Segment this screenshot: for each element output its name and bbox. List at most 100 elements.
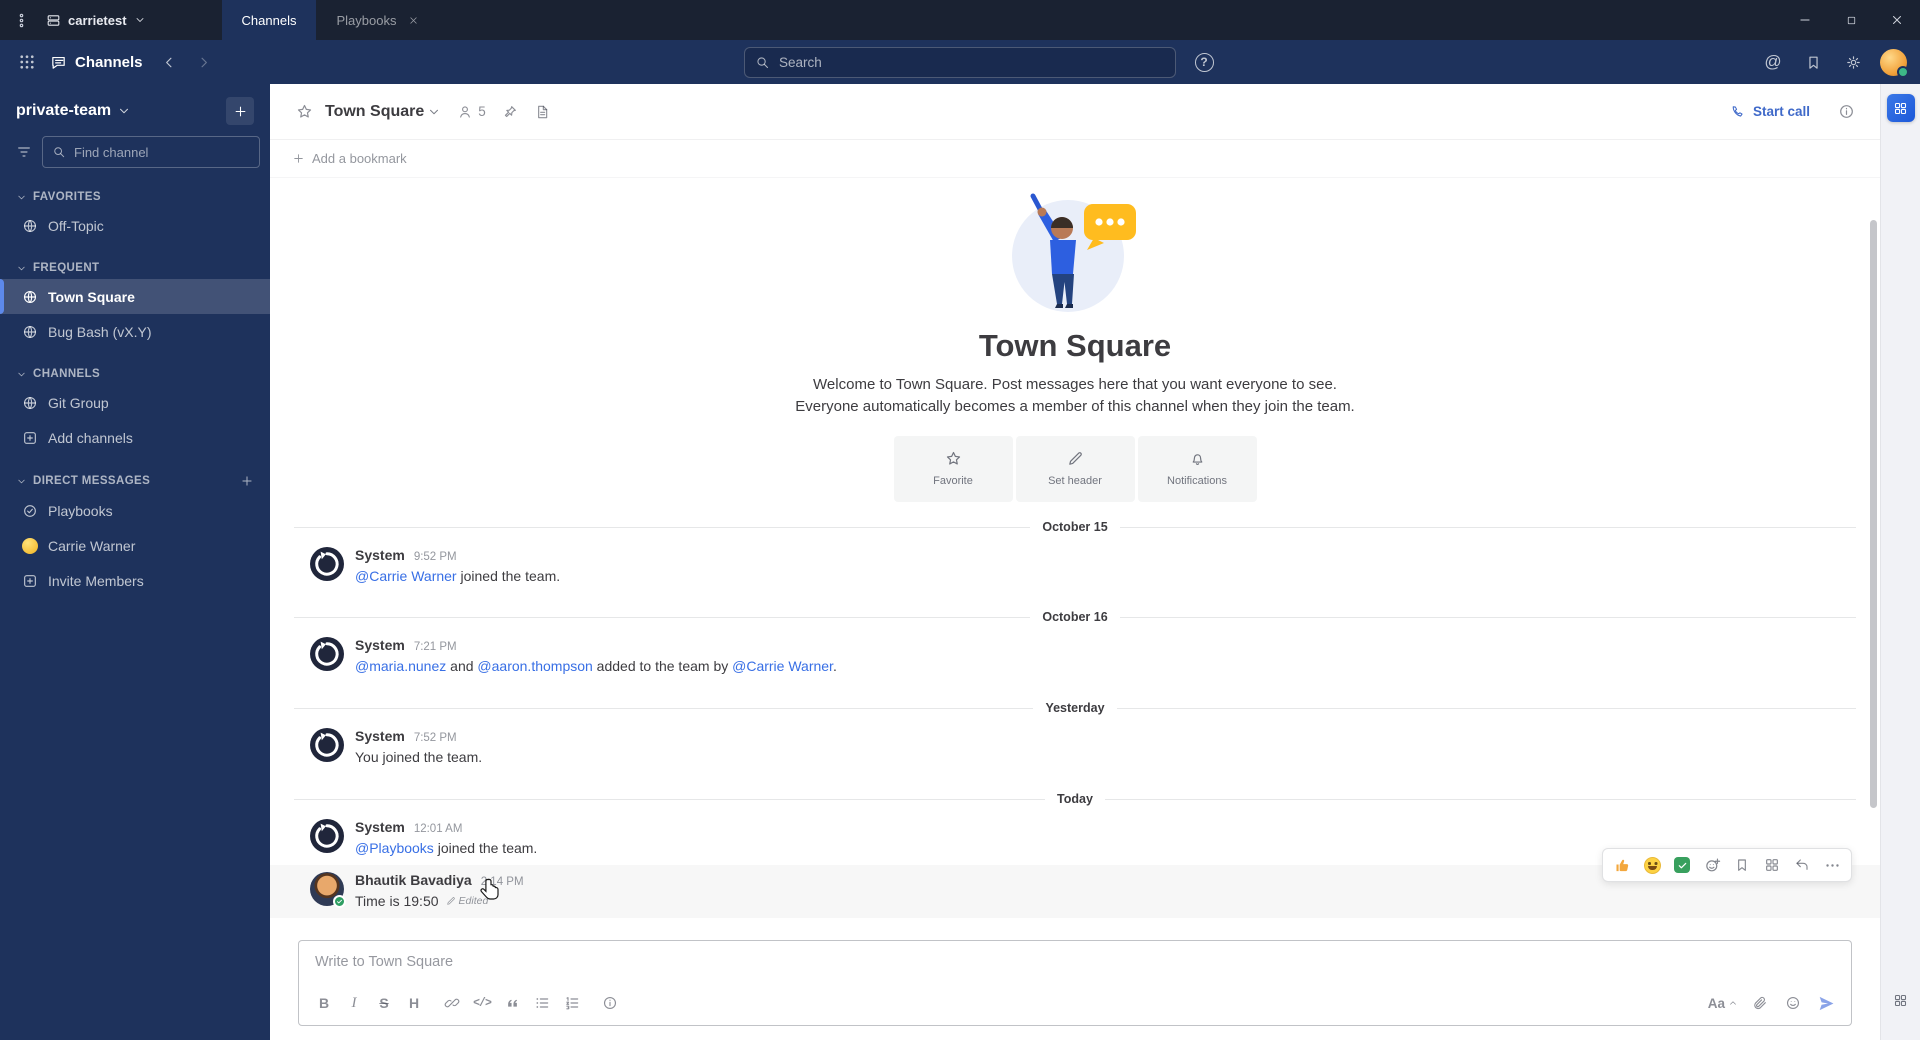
more-actions-button[interactable] [1818,852,1846,878]
online-status-badge [333,895,346,909]
channel-label: Invite Members [48,572,144,589]
settings-button[interactable] [1836,45,1870,79]
insert-link-button[interactable] [437,989,467,1017]
category-channels[interactable]: CHANNELS [0,364,270,385]
add-bookmark-button[interactable]: Add a bookmark [312,151,407,166]
quick-reaction-smile-button[interactable] [1638,852,1666,878]
add-channel-button[interactable] [226,97,254,125]
sidebar-item-add-channels[interactable]: Add channels [0,420,270,455]
save-message-button[interactable] [1728,852,1756,878]
mention-link[interactable]: @Carrie Warner [732,658,833,674]
recent-mentions-button[interactable]: @ [1756,45,1790,79]
new-direct-message-button[interactable] [240,474,254,488]
system-avatar[interactable] [310,819,344,854]
saved-messages-button[interactable] [1796,45,1830,79]
minimize-button[interactable] [1782,0,1828,40]
intro-notifications-button[interactable]: Notifications [1137,435,1257,502]
quick-reaction-check-button[interactable] [1668,852,1696,878]
channel-menu-chevron-icon[interactable] [427,105,441,119]
code-button[interactable]: </> [467,989,497,1017]
find-channel-input[interactable] [74,144,250,160]
italic-button[interactable]: I [339,989,369,1017]
sidebar-item-bug-bash[interactable]: Bug Bash (vX.Y) [0,314,270,349]
favorite-channel-button[interactable] [288,96,320,128]
search-input[interactable] [779,54,1165,70]
quote-button[interactable] [497,989,527,1017]
category-direct-messages[interactable]: DIRECT MESSAGES [0,470,270,493]
channel-files-button[interactable] [526,96,558,128]
add-reaction-button[interactable] [1698,852,1726,878]
scrollbar-thumb[interactable] [1870,220,1877,808]
bold-button[interactable]: B [309,989,339,1017]
date-label[interactable]: October 16 [1030,610,1120,625]
sidebar-item-invite-members[interactable]: Invite Members [0,563,270,598]
category-frequent[interactable]: FREQUENT [0,258,270,279]
system-avatar[interactable] [310,546,344,581]
mention-link[interactable]: @maria.nunez [355,658,446,674]
attach-file-button[interactable] [1745,989,1775,1017]
channel-title[interactable]: Town Square [325,103,424,121]
sidebar-item-playbooks-dm[interactable]: Playbooks [0,493,270,528]
emoji-picker-button[interactable] [1778,989,1808,1017]
toggle-formatting-button[interactable]: Aa [1704,989,1742,1017]
message-help-button[interactable] [595,989,625,1017]
date-label[interactable]: Yesterday [1033,701,1117,716]
start-call-button[interactable]: Start call [1720,98,1820,125]
close-tab-icon[interactable] [408,15,419,26]
numbered-list-button[interactable] [557,989,587,1017]
message-apps-button[interactable] [1758,852,1786,878]
bottom-apps-button[interactable] [1893,993,1908,1008]
date-label[interactable]: Today [1045,792,1105,807]
history-forward-button[interactable] [187,45,221,79]
user-avatar [1879,48,1909,78]
mention-link[interactable]: @Carrie Warner [355,568,457,584]
team-name[interactable]: private-team [16,102,111,120]
message-author[interactable]: System [355,819,405,835]
sidebar-item-town-square[interactable]: Town Square [0,279,270,314]
send-message-button[interactable] [1811,989,1841,1017]
message-composer[interactable]: B I S H </> Aa [298,940,1852,1026]
help-button[interactable]: ? [1188,46,1220,78]
channel-info-button[interactable] [1830,96,1862,128]
bulleted-list-button[interactable] [527,989,557,1017]
message-author[interactable]: Bhautik Bavadiya [355,872,472,888]
sidebar-item-git-group[interactable]: Git Group [0,385,270,420]
channel-members-button[interactable]: 5 [457,104,486,120]
message-author[interactable]: System [355,728,405,744]
find-channel-box[interactable] [42,136,260,168]
tab-playbooks[interactable]: Playbooks [316,0,439,40]
sidebar-item-off-topic[interactable]: Off-Topic [0,208,270,243]
pinned-posts-button[interactable] [494,96,526,128]
message-author[interactable]: System [355,547,405,563]
profile-menu-button[interactable] [1876,45,1910,79]
strikethrough-button[interactable]: S [369,989,399,1017]
app-menu-button[interactable] [0,0,42,40]
sidebar-item-carrie-warner-dm[interactable]: Carrie Warner [0,528,270,563]
intro-favorite-button[interactable]: Favorite [893,435,1013,502]
channel-filter-button[interactable] [16,144,32,160]
app-bar-plugin-button[interactable] [1886,94,1915,122]
message-input[interactable] [299,941,1851,985]
channel-sidebar: private-team FAVORITES Off-T [0,84,270,1040]
maximize-button[interactable] [1828,0,1874,40]
product-title: Channels [44,54,153,71]
reply-button[interactable] [1788,852,1816,878]
intro-set-header-button[interactable]: Set header [1015,435,1135,502]
history-back-button[interactable] [153,45,187,79]
category-favorites[interactable]: FAVORITES [0,187,270,208]
mention-link[interactable]: @aaron.thompson [477,658,592,674]
heading-button[interactable]: H [399,989,429,1017]
quick-reaction-thumbsup-button[interactable] [1608,852,1636,878]
product-switcher-button[interactable] [10,45,44,79]
user-avatar-bhautik[interactable] [310,872,346,909]
global-search-box[interactable] [744,46,1176,78]
tab-channels[interactable]: Channels [221,0,317,40]
close-window-button[interactable] [1874,0,1920,40]
mention-link[interactable]: @Playbooks [355,840,434,856]
system-avatar[interactable] [310,728,344,763]
system-avatar[interactable] [310,637,344,672]
team-menu-chevron-icon[interactable] [117,104,131,118]
date-label[interactable]: October 15 [1030,519,1120,534]
server-selector[interactable]: carrietest [42,13,158,28]
message-author[interactable]: System [355,637,405,653]
